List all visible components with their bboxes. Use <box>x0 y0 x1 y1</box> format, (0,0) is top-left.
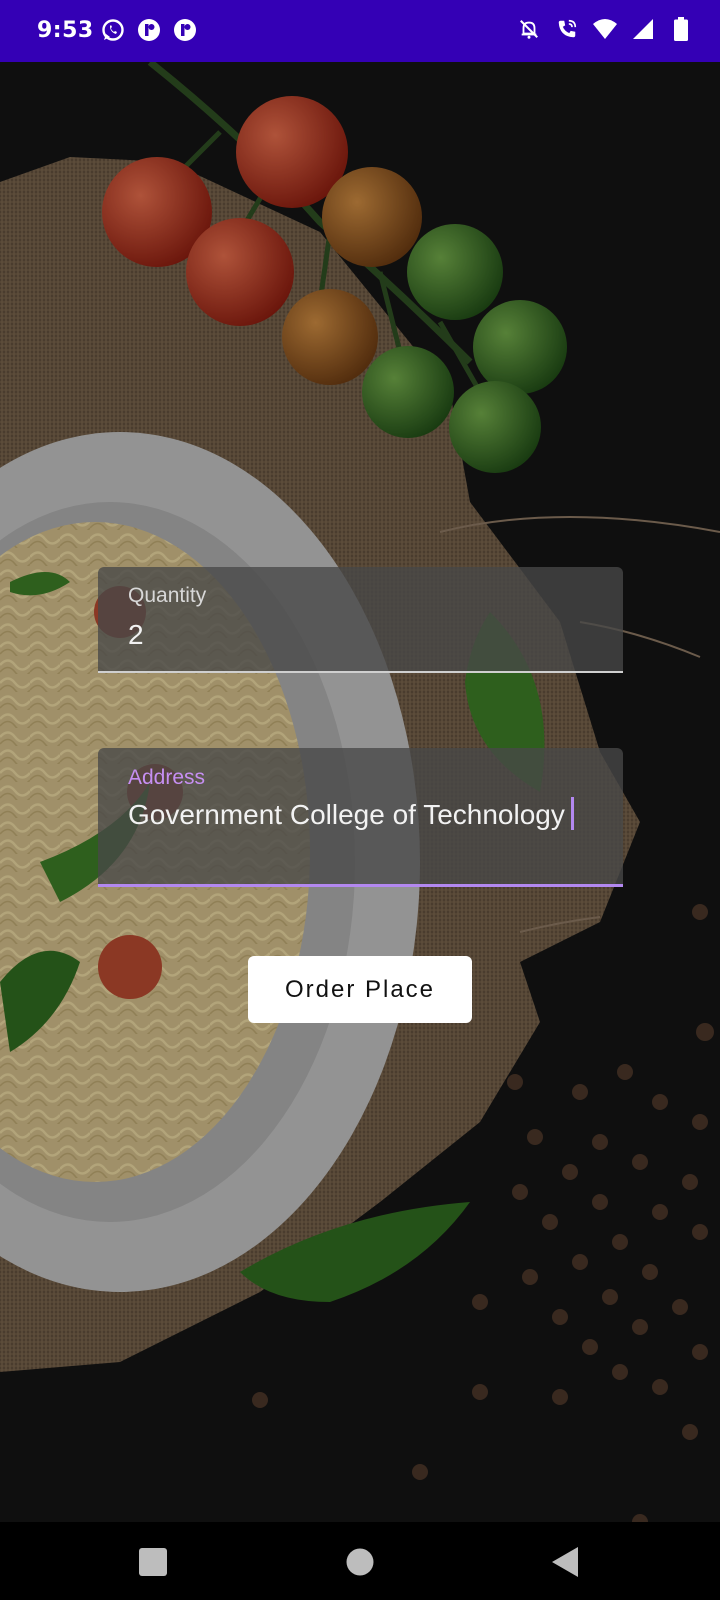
address-field[interactable]: Address Government College of Technology <box>98 748 623 887</box>
text-cursor <box>570 797 574 830</box>
app-badge-icon <box>136 17 162 43</box>
notification-icons <box>100 17 198 43</box>
home-icon[interactable] <box>340 1542 380 1582</box>
app-badge-icon <box>172 17 198 43</box>
whatsapp-icon <box>100 17 126 43</box>
navigation-bar <box>0 1522 720 1600</box>
wifi-calling-icon <box>554 16 580 42</box>
signal-icon <box>630 16 656 42</box>
order-place-button[interactable]: Order Place <box>248 956 472 1023</box>
quantity-label: Quantity <box>128 584 207 607</box>
wifi-icon <box>592 16 618 42</box>
recents-icon[interactable] <box>133 1542 173 1582</box>
system-icons <box>516 16 694 42</box>
address-input[interactable]: Government College of Technology <box>128 797 588 833</box>
battery-icon <box>668 16 694 42</box>
address-text: Government College of Technology <box>128 799 565 830</box>
status-time: 9:53 <box>37 18 94 43</box>
quantity-input[interactable]: 2 <box>128 617 144 653</box>
notifications-off-icon <box>516 16 542 42</box>
quantity-field[interactable]: Quantity 2 <box>98 567 623 673</box>
address-label: Address <box>128 766 206 789</box>
back-icon[interactable] <box>545 1542 585 1582</box>
status-bar: 9:53 <box>0 0 720 62</box>
